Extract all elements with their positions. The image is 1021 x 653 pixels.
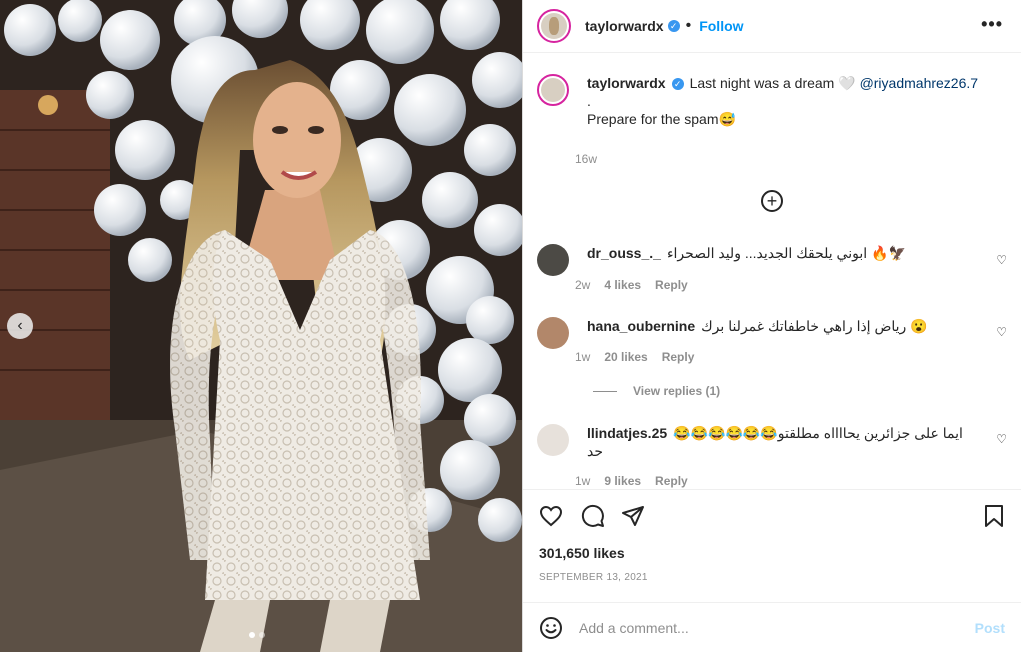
caption-time[interactable]: 16w	[575, 152, 597, 166]
reply-button[interactable]: Reply	[662, 350, 695, 364]
photo-illustration	[0, 0, 522, 652]
caption-line2: Prepare for the spam😅	[587, 111, 736, 127]
comment-item: llindatjes.25 ايما على جزائرين يحااااه مط…	[537, 424, 1007, 460]
likes-count[interactable]: 301,650 likes	[539, 545, 625, 561]
avatar[interactable]	[537, 9, 571, 43]
avatar[interactable]	[537, 424, 569, 456]
chevron-left-icon: ‹	[17, 317, 23, 334]
comment-time[interactable]: 1w	[575, 474, 590, 488]
carousel-dot	[259, 632, 265, 638]
post-date[interactable]: SEPTEMBER 13, 2021	[539, 572, 648, 583]
comment-time[interactable]: 2w	[575, 278, 590, 292]
comment-item: hana_oubernine رياض إذا راهي خاطفاتك غمرل…	[537, 317, 1007, 349]
view-replies-button[interactable]: View replies (1)	[593, 384, 720, 398]
caption-username[interactable]: taylorwardx	[587, 75, 666, 91]
comment-like-heart-icon[interactable]: ♡	[996, 432, 1007, 446]
comment-meta: 1w 9 likes Reply	[575, 474, 688, 488]
comment-text: hana_oubernine رياض إذا راهي خاطفاتك غمرل…	[587, 317, 928, 349]
comment-meta: 2w 4 likes Reply	[575, 278, 688, 292]
caption-text: taylorwardx ✓ Last night was a dream 🤍 @ri…	[587, 74, 978, 128]
carousel-dot	[249, 632, 255, 638]
heart-icon[interactable]	[539, 504, 563, 533]
post-comment-button[interactable]: Post	[975, 620, 1005, 636]
separator-dot: •	[685, 17, 692, 34]
comment-like-heart-icon[interactable]: ♡	[996, 325, 1007, 339]
comment-text: llindatjes.25 ايما على جزائرين يحااااه مط…	[587, 424, 967, 460]
caption-dot: .	[587, 93, 591, 109]
carousel-prev-button[interactable]: ‹	[7, 313, 33, 339]
post-side-panel: taylorwardx ✓ • Follow ••• taylorwardx ✓ L…	[522, 0, 1021, 652]
share-icon[interactable]	[621, 504, 645, 533]
verified-icon: ✓	[667, 20, 680, 32]
comment-item: dr_ouss_._ ابوني يلحقك الجديد... وليد الص…	[537, 244, 1007, 276]
comments-list[interactable]: taylorwardx ✓ Last night was a dream 🤍 @ri…	[523, 52, 1021, 489]
comment-body: ابوني يلحقك الجديد... وليد الصحراء 🔥🦅	[666, 245, 906, 261]
comment-meta: 1w 20 likes Reply	[575, 350, 694, 364]
comment-input[interactable]	[577, 619, 951, 637]
caption-mention[interactable]: @riyadmahrez26.7	[860, 75, 979, 91]
comment-likes[interactable]: 9 likes	[604, 474, 641, 488]
carousel-indicator	[249, 632, 265, 638]
reply-button[interactable]: Reply	[655, 474, 688, 488]
caption-body: Last night was a dream 🤍	[689, 75, 860, 91]
caption-meta: 16w	[575, 152, 597, 166]
comment-body: رياض إذا راهي خاطفاتك غمرلنا برك 😮	[701, 318, 928, 334]
avatar[interactable]	[537, 74, 569, 106]
more-options-icon[interactable]: •••	[981, 14, 1003, 35]
action-bar	[523, 489, 1021, 544]
comment-likes[interactable]: 20 likes	[604, 350, 647, 364]
comment-text: dr_ouss_._ ابوني يلحقك الجديد... وليد الص…	[587, 244, 906, 276]
post-header: taylorwardx ✓ • Follow •••	[523, 0, 1021, 53]
comment-username[interactable]: llindatjes.25	[587, 425, 667, 441]
bookmark-icon[interactable]	[983, 504, 1005, 533]
caption: taylorwardx ✓ Last night was a dream 🤍 @ri…	[537, 74, 1007, 128]
post-photo[interactable]: ‹	[0, 0, 522, 652]
comment-like-heart-icon[interactable]: ♡	[996, 253, 1007, 267]
add-comment-bar: Post	[523, 602, 1021, 653]
instagram-post: ‹ taylorwardx ✓ • Follow ••• taylorwardx…	[0, 0, 1021, 652]
comment-time[interactable]: 1w	[575, 350, 590, 364]
avatar[interactable]	[537, 317, 569, 349]
verified-icon: ✓	[671, 78, 684, 91]
comment-likes[interactable]: 4 likes	[604, 278, 641, 292]
plus-circle-icon[interactable]: +	[761, 190, 783, 212]
comment-icon[interactable]	[581, 504, 605, 533]
comment-username[interactable]: dr_ouss_._	[587, 245, 661, 261]
avatar[interactable]	[537, 244, 569, 276]
reply-button[interactable]: Reply	[655, 278, 688, 292]
header-username[interactable]: taylorwardx	[585, 18, 664, 34]
emoji-icon[interactable]	[539, 616, 563, 640]
follow-button[interactable]: Follow	[699, 18, 743, 34]
comment-username[interactable]: hana_oubernine	[587, 318, 695, 334]
